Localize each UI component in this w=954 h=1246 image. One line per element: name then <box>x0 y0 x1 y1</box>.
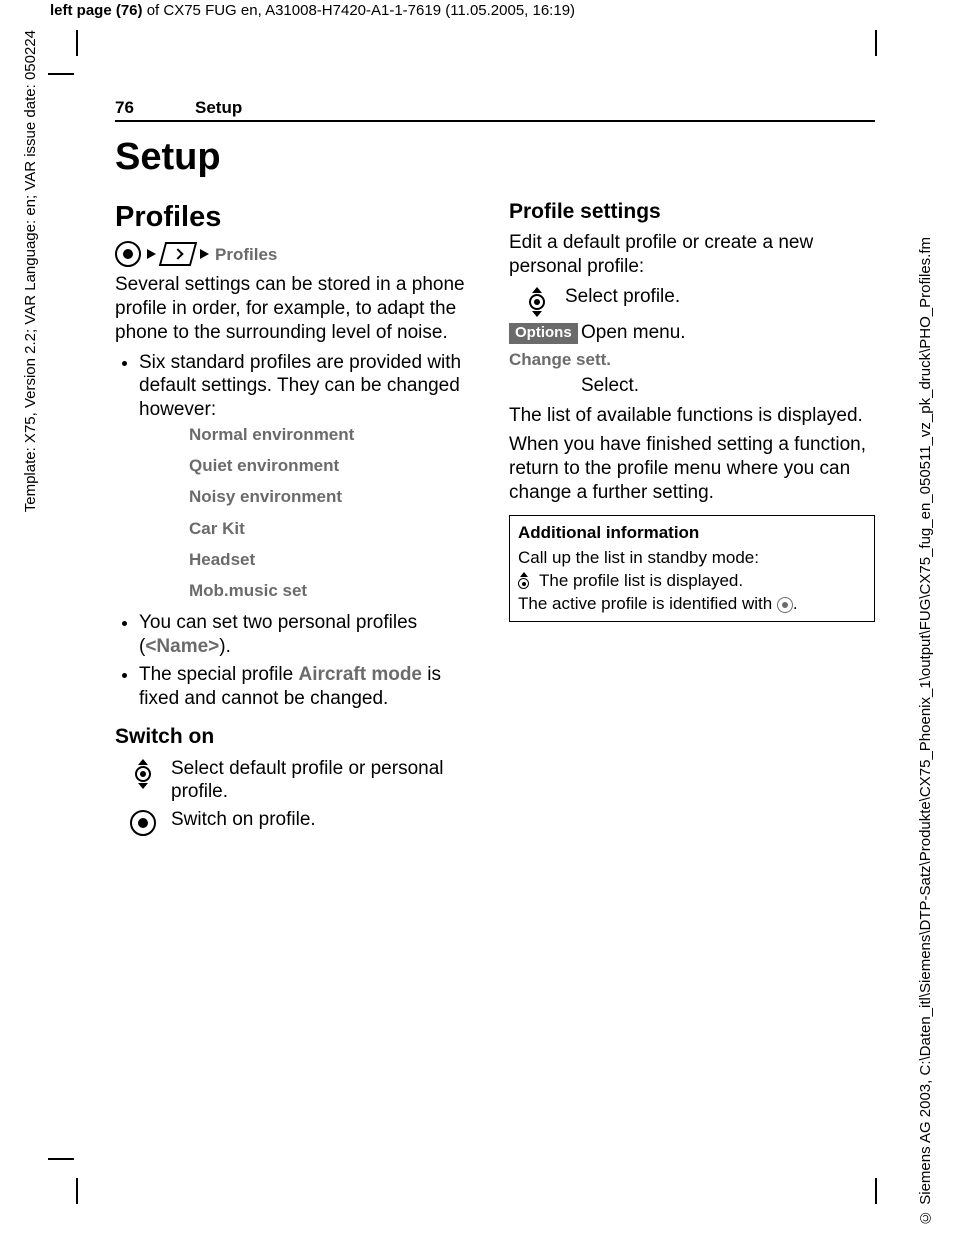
nav-scroll-icon <box>529 287 545 317</box>
page-content: 76 Setup Setup Profiles Profiles Several… <box>115 98 875 840</box>
crop-mark <box>875 1178 877 1204</box>
crop-mark <box>76 30 78 56</box>
active-profile-icon <box>777 597 793 613</box>
step-row: Switch on profile. <box>115 808 481 836</box>
env-item: Mob.music set <box>189 580 481 601</box>
bullet-item: You can set two personal profiles (<Name… <box>139 611 481 659</box>
profiles-heading: Profiles <box>115 199 481 235</box>
print-header: left page (76) of CX75 FUG en, A31008-H7… <box>50 2 575 19</box>
step-text: Open menu. <box>581 321 875 345</box>
step-row: Select default profile or personal profi… <box>115 757 481 805</box>
info-text: The profile list is displayed. <box>539 570 743 591</box>
env-item: Noisy environment <box>189 486 481 507</box>
bullet-text: Six standard profiles are provided with … <box>139 352 461 421</box>
intro-text: Edit a default profile or create a new p… <box>509 231 875 279</box>
menu-key: Aircraft mode <box>298 664 422 685</box>
bullet-text: ). <box>219 636 231 657</box>
info-text: The active profile is identified with <box>518 594 777 613</box>
step-text: Select. <box>581 374 875 398</box>
nav-scroll-icon <box>518 572 529 589</box>
menu-key: Change sett. <box>509 349 875 370</box>
menu-key: <Name> <box>145 636 219 657</box>
bullet-text: The special profile <box>139 664 298 685</box>
arrow-right-icon <box>200 249 209 259</box>
crop-mark <box>48 73 74 75</box>
step-row: Select. <box>509 374 875 398</box>
info-line: The active profile is identified with . <box>518 593 866 614</box>
center-key-icon <box>130 810 156 836</box>
step-row: Options Open menu. <box>509 321 875 345</box>
env-item: Headset <box>189 549 481 570</box>
body-text: When you have finished setting a functio… <box>509 433 875 504</box>
bullet-item: The special profile Aircraft mode is fix… <box>139 663 481 711</box>
step-text: Select default profile or personal profi… <box>171 757 481 805</box>
env-item: Car Kit <box>189 518 481 539</box>
crop-mark <box>76 1178 78 1204</box>
nav-label: Profiles <box>215 244 277 265</box>
switch-on-heading: Switch on <box>115 724 481 750</box>
step-text: Switch on profile. <box>171 808 481 836</box>
step-text: Select profile. <box>565 285 875 317</box>
bullet-item: Six standard profiles are provided with … <box>139 351 481 602</box>
environment-list: Normal environment Quiet environment Noi… <box>189 424 481 602</box>
page-title: Setup <box>115 136 875 179</box>
page-number: 76 <box>115 98 195 118</box>
additional-info-box: Additional information Call up the list … <box>509 515 875 622</box>
options-softkey: Options <box>509 323 578 344</box>
info-line: The profile list is displayed. <box>518 570 866 591</box>
nav-scroll-icon <box>135 759 151 789</box>
body-text: The list of available functions is displ… <box>509 404 875 428</box>
info-text: . <box>793 594 798 613</box>
center-key-icon <box>115 241 141 267</box>
template-info-left: Template: X75, Version 2.2; VAR Language… <box>22 30 39 512</box>
step-row: Select profile. <box>509 285 875 317</box>
copyright-path-right: © Siemens AG 2003, C:\Daten_itl\Siemens\… <box>917 237 934 1226</box>
section-name: Setup <box>195 98 242 118</box>
profile-settings-heading: Profile settings <box>509 199 875 225</box>
intro-text: Several settings can be stored in a phon… <box>115 273 481 344</box>
running-head: 76 Setup <box>115 98 875 122</box>
menu-card-icon <box>159 242 197 266</box>
info-heading: Additional information <box>518 522 866 543</box>
header-rest: of CX75 FUG en, A31008-H7420-A1-1-7619 (… <box>143 2 576 19</box>
env-item: Quiet environment <box>189 455 481 476</box>
crop-mark <box>48 1158 74 1160</box>
crop-mark <box>875 30 877 56</box>
left-column: Profiles Profiles Several settings can b… <box>115 193 481 840</box>
arrow-right-icon <box>147 249 156 259</box>
info-line: Call up the list in standby mode: <box>518 547 866 568</box>
header-left-bold: left page (76) <box>50 2 143 19</box>
env-item: Normal environment <box>189 424 481 445</box>
right-column: Profile settings Edit a default profile … <box>509 193 875 840</box>
nav-path: Profiles <box>115 241 481 267</box>
